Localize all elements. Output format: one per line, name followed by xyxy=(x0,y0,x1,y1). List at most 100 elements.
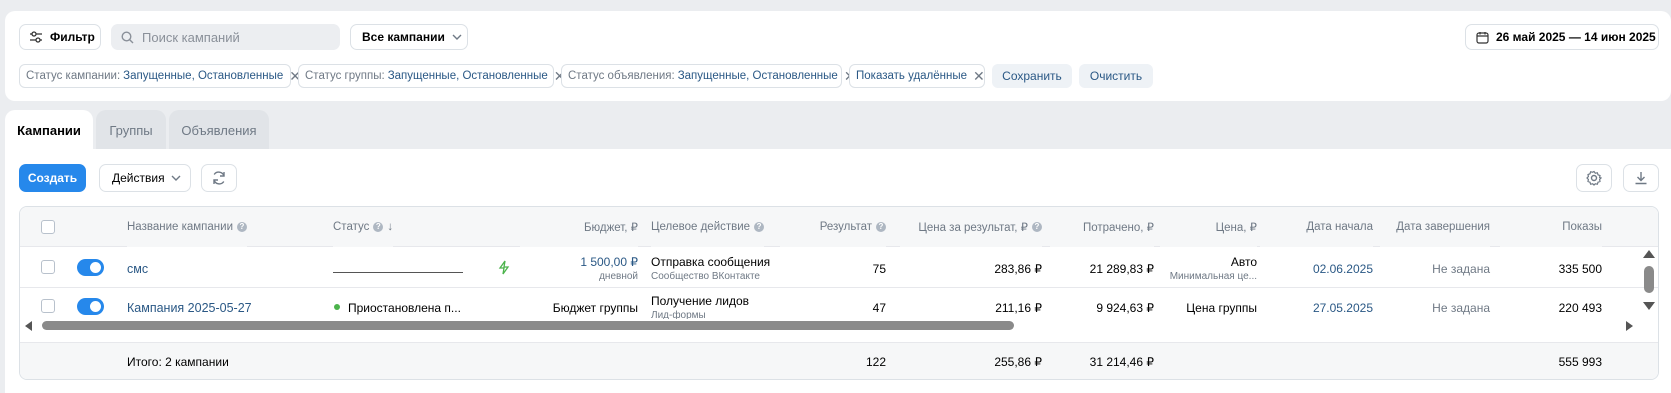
col-target-label: Целевое действие xyxy=(651,221,751,233)
col-budget-label: Бюджет, ₽ xyxy=(583,222,638,234)
shows-value: 220 493 xyxy=(1558,301,1602,315)
spent-value: 9 924,63 ₽ xyxy=(1096,301,1154,315)
help-icon[interactable]: ? xyxy=(1032,222,1042,232)
col-target[interactable]: Целевое действие? xyxy=(651,207,765,247)
row-checkbox[interactable] xyxy=(41,299,55,313)
col-price-label: Цена, ₽ xyxy=(1215,222,1257,234)
campaign-toggle[interactable] xyxy=(77,298,104,315)
row-divider xyxy=(20,287,1658,288)
filter-label: Фильтр xyxy=(50,30,95,44)
totals-cpr: 255,86 ₽ xyxy=(994,355,1042,369)
gear-icon xyxy=(1586,170,1602,186)
search-icon xyxy=(121,30,134,43)
scroll-left-icon[interactable] xyxy=(25,321,33,331)
refresh-icon xyxy=(213,171,225,185)
vertical-scrollbar[interactable] xyxy=(1638,247,1658,319)
tab-ads[interactable]: Объявления xyxy=(169,110,269,150)
tab-groups[interactable]: Группы xyxy=(96,110,166,150)
col-spent[interactable]: Потрачено, ₽ xyxy=(1050,207,1154,247)
col-end[interactable]: Дата завершения xyxy=(1380,207,1490,247)
campaigns-select-label: Все кампании xyxy=(362,30,445,44)
help-icon[interactable]: ? xyxy=(373,222,384,232)
scrollbar-thumb[interactable] xyxy=(42,321,1014,330)
select-all-checkbox[interactable] xyxy=(41,220,55,234)
target-action-sub: Сообщество ВКонтакте xyxy=(651,271,760,282)
scroll-down-icon[interactable] xyxy=(1643,302,1655,310)
price-sub: Минимальная це... xyxy=(1169,271,1257,282)
filter-button[interactable]: Фильтр xyxy=(19,24,101,50)
row-checkbox[interactable] xyxy=(41,260,55,274)
result-value: 47 xyxy=(872,301,886,315)
chip-group-status[interactable]: Статус группы: Запущенные, Остановленные… xyxy=(298,64,566,88)
date-range-picker[interactable]: 26 май 2025 — 14 июн 2025 xyxy=(1465,24,1659,50)
scroll-right-icon[interactable] xyxy=(1625,321,1633,331)
settings-button[interactable] xyxy=(1576,164,1612,192)
price-value: Авто xyxy=(1230,255,1257,269)
col-price[interactable]: Цена, ₽ xyxy=(1160,207,1257,247)
col-shows[interactable]: Показы xyxy=(1500,207,1602,247)
search-box[interactable] xyxy=(111,24,340,50)
campaigns-select[interactable]: Все кампании xyxy=(350,24,468,50)
horizontal-scrollbar[interactable] xyxy=(20,319,1658,332)
chip-value: Запущенные, Остановленные xyxy=(677,70,838,82)
actions-button[interactable]: Действия xyxy=(99,164,191,192)
status-text: Приостановлена п... xyxy=(348,301,461,315)
help-icon[interactable]: ? xyxy=(876,222,886,232)
end-date: Не задана xyxy=(1432,262,1490,276)
campaign-name-link[interactable]: смс xyxy=(127,262,148,276)
close-icon[interactable]: ✕ xyxy=(973,69,985,83)
col-start-label: Дата начала xyxy=(1306,221,1373,233)
date-range-label: 26 май 2025 — 14 июн 2025 xyxy=(1496,30,1656,44)
chip-value: Показать удалённые xyxy=(856,70,968,82)
budget-value[interactable]: 1 500,00 ₽ xyxy=(520,255,638,269)
col-result-label: Результат xyxy=(819,221,872,233)
status-cell xyxy=(333,265,463,273)
chip-key: Статус группы: xyxy=(305,70,385,82)
tab-campaigns[interactable]: Кампании xyxy=(5,110,93,150)
col-status-label: Статус xyxy=(333,221,370,233)
col-end-label: Дата завершения xyxy=(1396,221,1490,233)
price-value: Цена группы xyxy=(1186,301,1257,315)
col-name[interactable]: Название кампании? xyxy=(127,207,247,247)
col-name-label: Название кампании xyxy=(127,221,233,233)
sliders-icon xyxy=(30,31,42,43)
start-date: 27.05.2025 xyxy=(1312,301,1373,315)
scrollbar-thumb[interactable] xyxy=(1644,266,1654,293)
refresh-button[interactable] xyxy=(201,164,237,192)
lightning-icon xyxy=(498,260,510,275)
create-button[interactable]: Создать xyxy=(19,164,86,192)
download-button[interactable] xyxy=(1623,164,1659,192)
help-icon[interactable]: ? xyxy=(237,222,247,232)
col-budget[interactable]: Бюджет, ₽ xyxy=(520,207,638,247)
chip-campaign-status[interactable]: Статус кампании: Запущенные, Остановленн… xyxy=(19,64,301,88)
col-cpr[interactable]: Цена за результат, ₽? xyxy=(900,207,1042,247)
download-icon xyxy=(1635,172,1647,185)
totals-label: Итого: 2 кампании xyxy=(127,355,229,369)
scroll-up-icon[interactable] xyxy=(1643,250,1655,258)
cpr-value: 211,16 ₽ xyxy=(995,301,1042,315)
chip-key: Статус объявления: xyxy=(568,70,675,82)
save-filter-button[interactable]: Сохранить xyxy=(992,64,1072,88)
sort-arrow-icon: ↓ xyxy=(387,221,394,233)
search-input[interactable] xyxy=(142,29,332,45)
col-status[interactable]: Статус? ↓ xyxy=(333,207,394,247)
target-action: Получение лидов xyxy=(651,294,750,308)
col-shows-label: Показы xyxy=(1562,221,1602,233)
chip-ad-status[interactable]: Статус объявления: Запущенные, Остановле… xyxy=(561,64,856,88)
calendar-icon xyxy=(1476,31,1489,44)
help-icon[interactable]: ? xyxy=(754,222,765,232)
col-result[interactable]: Результат? xyxy=(780,207,886,247)
start-date: 02.06.2025 xyxy=(1312,262,1373,276)
campaign-name-link[interactable]: Кампания 2025-05-27 xyxy=(127,301,252,315)
chevron-down-icon xyxy=(171,175,181,181)
col-cpr-label: Цена за результат, ₽ xyxy=(918,222,1028,234)
col-start[interactable]: Дата начала xyxy=(1260,207,1373,247)
chip-show-deleted[interactable]: Показать удалённые ✕ xyxy=(849,64,985,88)
budget-sub: дневной xyxy=(599,271,638,282)
shows-value: 335 500 xyxy=(1558,262,1602,276)
status-dot xyxy=(334,304,340,310)
campaign-toggle[interactable] xyxy=(77,259,104,276)
chevron-down-icon xyxy=(452,34,462,40)
totals-result: 122 xyxy=(865,355,886,369)
clear-filter-button[interactable]: Очистить xyxy=(1079,64,1153,88)
